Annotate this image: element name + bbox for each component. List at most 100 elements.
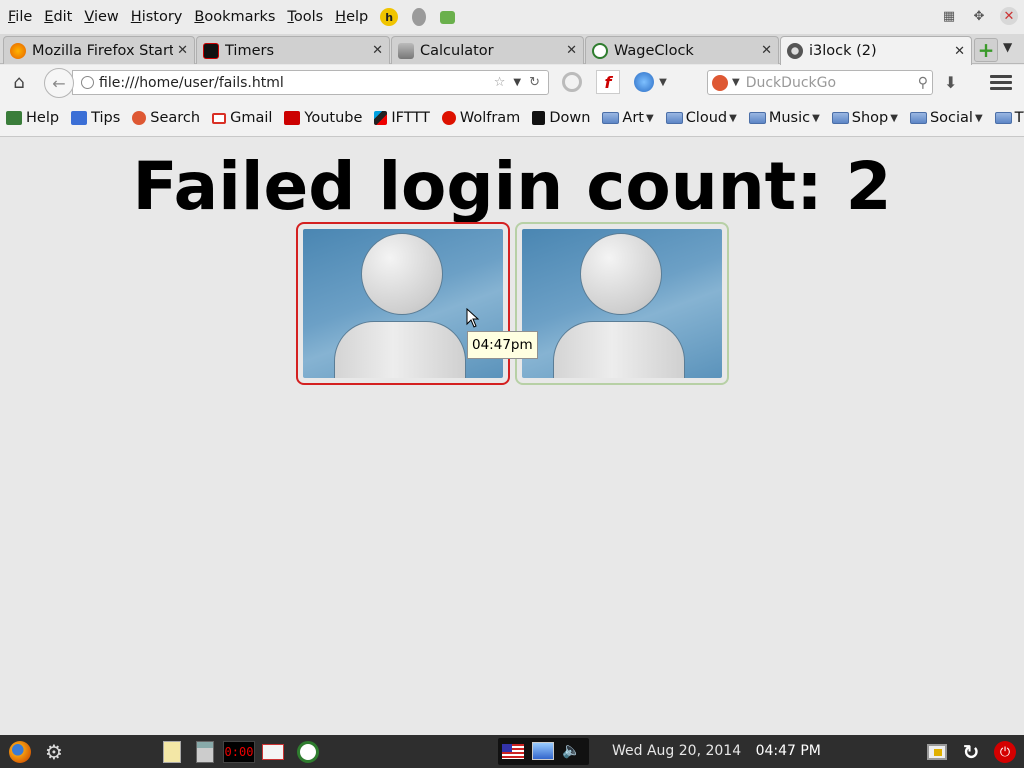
bookmark-label: Down bbox=[549, 110, 591, 126]
folder-icon bbox=[748, 112, 766, 124]
menu-view[interactable]: View bbox=[78, 0, 124, 34]
menu-bookmarks[interactable]: Bookmarks bbox=[188, 0, 281, 34]
restart-icon[interactable]: ↻ bbox=[958, 739, 984, 765]
close-icon[interactable]: ✕ bbox=[566, 43, 577, 58]
time-tooltip: 04:47pm bbox=[467, 331, 538, 359]
bookmark-folder-shop[interactable]: Shop ▼ bbox=[831, 110, 898, 126]
url-dropdown-icon[interactable]: ▼ bbox=[513, 77, 521, 88]
firefox-launcher-icon[interactable] bbox=[7, 739, 33, 765]
bookmark-down[interactable]: Down bbox=[532, 110, 590, 126]
calculator-icon bbox=[398, 42, 414, 59]
flash-icon[interactable]: f bbox=[596, 70, 620, 94]
addon-dropdown-icon[interactable]: ▼ bbox=[658, 70, 668, 94]
folder-label: TV bbox=[1014, 110, 1024, 126]
user-avatar-failed[interactable] bbox=[296, 222, 510, 385]
folder-icon bbox=[909, 112, 927, 124]
bookmark-folder-art[interactable]: Art ▼ bbox=[602, 110, 654, 126]
lightbulb-icon[interactable] bbox=[412, 8, 427, 26]
tab-label: Mozilla Firefox Start ... bbox=[32, 42, 174, 59]
i3lock-icon bbox=[787, 43, 803, 59]
reload-icon[interactable]: ↻ bbox=[529, 75, 540, 90]
bookmark-label: Youtube bbox=[304, 110, 363, 126]
tab-firefox-start[interactable]: Mozilla Firefox Start ... ✕ bbox=[3, 36, 195, 64]
bookmark-folder-tv[interactable]: TV▼ bbox=[994, 110, 1024, 126]
search-icon[interactable]: ⚲ bbox=[918, 75, 928, 91]
tab-wageclock[interactable]: WageClock ✕ bbox=[585, 36, 779, 64]
folder-icon bbox=[602, 112, 620, 124]
bookmark-ifttt[interactable]: IFTTT bbox=[374, 110, 430, 126]
hamburger-menu-icon[interactable] bbox=[990, 71, 1012, 93]
url-bar[interactable]: file:///home/user/fails.html ☆ ▼ ↻ bbox=[72, 70, 549, 95]
keyboard-layout-flag-icon[interactable] bbox=[502, 744, 524, 759]
menu-help[interactable]: Help bbox=[329, 0, 374, 34]
duckduckgo-icon[interactable] bbox=[712, 74, 728, 91]
wageclock-icon bbox=[592, 42, 608, 59]
bookmark-search[interactable]: Search bbox=[132, 110, 200, 126]
clock[interactable]: Wed Aug 20, 2014 04:47 PM bbox=[612, 735, 821, 768]
new-tab-button[interactable]: + bbox=[974, 38, 998, 62]
addon-icon[interactable] bbox=[440, 10, 456, 24]
menu-file[interactable]: File bbox=[2, 0, 38, 34]
close-icon[interactable]: ✕ bbox=[954, 44, 965, 59]
firefox-icon bbox=[10, 42, 26, 59]
hyperlink-icon[interactable]: h bbox=[380, 8, 399, 26]
bookmark-wolfram[interactable]: Wolfram bbox=[441, 110, 520, 126]
chevron-down-icon: ▼ bbox=[812, 112, 820, 124]
ifttt-icon bbox=[374, 111, 388, 125]
lock-screen-icon[interactable] bbox=[924, 739, 950, 765]
close-icon[interactable]: ✕ bbox=[372, 43, 383, 58]
bookmark-folder-music[interactable]: Music ▼ bbox=[748, 110, 820, 126]
ring-icon[interactable] bbox=[562, 72, 582, 92]
move-window-icon[interactable]: ✥ bbox=[970, 7, 988, 25]
tab-label: i3lock (2) bbox=[809, 43, 877, 59]
calculator-launcher-icon[interactable] bbox=[192, 739, 218, 765]
bookmark-youtube[interactable]: Youtube bbox=[284, 110, 362, 126]
globe-addon-icon[interactable] bbox=[634, 72, 654, 92]
folder-icon bbox=[831, 112, 849, 124]
bookmark-tips[interactable]: Tips bbox=[71, 110, 120, 126]
duckduckgo-icon bbox=[132, 111, 147, 125]
search-bar[interactable]: ▼ DuckDuckGo ⚲ bbox=[707, 70, 933, 95]
qr-code-icon[interactable]: ▦ bbox=[940, 7, 958, 25]
toolbar-addons: f ▼ bbox=[562, 70, 668, 94]
menu-edit[interactable]: Edit bbox=[38, 0, 78, 34]
text-editor-icon[interactable] bbox=[159, 739, 185, 765]
timer-launcher-icon[interactable]: 0:00 bbox=[222, 739, 256, 765]
bookmark-help[interactable]: Help bbox=[6, 110, 59, 126]
bookmark-star-icon[interactable]: ☆ bbox=[494, 75, 506, 90]
menu-history[interactable]: History bbox=[125, 0, 189, 34]
home-icon[interactable]: ⌂ bbox=[8, 71, 30, 93]
tab-calculator[interactable]: Calculator ✕ bbox=[391, 36, 584, 64]
tab-i3lock[interactable]: i3lock (2) ✕ bbox=[780, 36, 972, 65]
power-icon[interactable]: ⏻ bbox=[992, 739, 1018, 765]
bookmark-folder-cloud[interactable]: Cloud ▼ bbox=[665, 110, 737, 126]
network-icon[interactable] bbox=[532, 742, 554, 760]
wageclock-launcher-icon[interactable] bbox=[295, 739, 321, 765]
settings-gear-icon[interactable]: ⚙ bbox=[41, 739, 67, 765]
chevron-down-icon: ▼ bbox=[645, 112, 654, 124]
menu-tools[interactable]: Tools bbox=[281, 0, 329, 34]
tab-list-chevron-icon[interactable]: ▼ bbox=[1003, 40, 1012, 54]
search-input[interactable]: DuckDuckGo bbox=[746, 75, 918, 91]
bookmark-gmail[interactable]: Gmail bbox=[212, 110, 272, 126]
bookmark-label: IFTTT bbox=[391, 110, 430, 126]
close-icon[interactable]: ✕ bbox=[761, 43, 772, 58]
globe-icon bbox=[81, 76, 94, 89]
close-icon[interactable]: ✕ bbox=[177, 43, 188, 58]
back-button[interactable]: ← bbox=[44, 68, 74, 98]
menu-bar: File Edit View History Bookmarks Tools H… bbox=[0, 0, 1024, 34]
download-icon[interactable]: ⬇ bbox=[944, 73, 957, 92]
folder-label: Shop bbox=[851, 110, 889, 126]
mail-icon[interactable] bbox=[260, 739, 286, 765]
bookmark-folder-social[interactable]: Social ▼ bbox=[909, 110, 983, 126]
folder-label: Art bbox=[622, 110, 644, 126]
url-text[interactable]: file:///home/user/fails.html bbox=[99, 75, 494, 91]
tab-timers[interactable]: Timers ✕ bbox=[196, 36, 390, 64]
volume-icon[interactable]: 🔈 bbox=[562, 741, 581, 759]
chevron-down-icon: ▼ bbox=[890, 112, 898, 124]
search-engine-dropdown-icon[interactable]: ▼ bbox=[732, 77, 740, 88]
back-arrow-icon: ← bbox=[52, 73, 66, 93]
close-window-icon[interactable]: ✕ bbox=[1000, 7, 1018, 25]
wolfram-icon bbox=[441, 111, 456, 125]
user-avatar[interactable] bbox=[515, 222, 729, 385]
